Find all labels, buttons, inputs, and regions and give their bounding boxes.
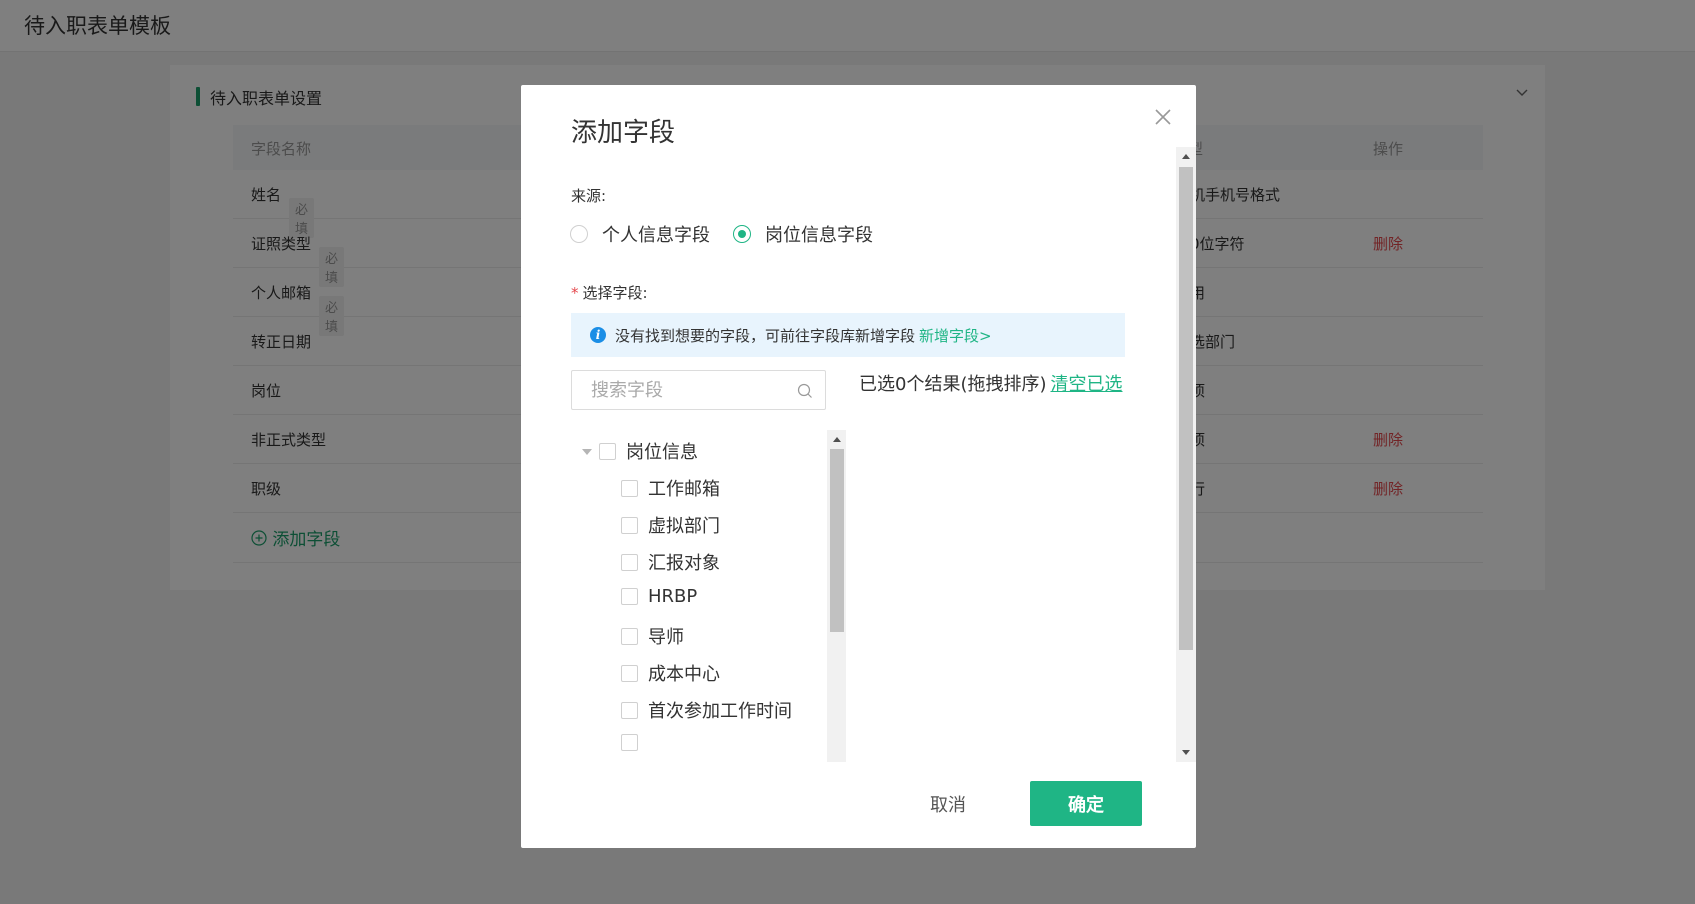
tree-item[interactable]: 汇报对象 bbox=[621, 549, 720, 575]
radio-label: 个人信息字段 bbox=[602, 225, 710, 246]
radio-position-info[interactable]: 岗位信息字段 bbox=[733, 221, 873, 247]
tree-item-label: 成本中心 bbox=[648, 664, 720, 685]
checkbox[interactable] bbox=[621, 588, 638, 605]
tree-item-label: 汇报对象 bbox=[648, 553, 720, 574]
notice-text: 没有找到想要的字段，可前往字段库新增字段 bbox=[615, 326, 916, 345]
cancel-button[interactable]: 取消 bbox=[913, 781, 983, 826]
tree-item[interactable]: 成本中心 bbox=[621, 660, 720, 686]
radio-circle[interactable] bbox=[570, 225, 588, 243]
tree-item-partial[interactable] bbox=[621, 734, 648, 751]
select-field-label: * 选择字段: bbox=[571, 284, 648, 302]
tree-item-label: 导师 bbox=[648, 627, 684, 648]
selected-summary: 已选0个结果(拖拽排序) 清空已选 bbox=[859, 374, 1123, 395]
checkbox[interactable] bbox=[621, 516, 638, 534]
tree-item[interactable]: 工作邮箱 bbox=[621, 475, 720, 501]
scroll-down-icon[interactable] bbox=[1182, 750, 1190, 755]
tree-group-label: 岗位信息 bbox=[626, 442, 698, 463]
new-field-link[interactable]: 新增字段> bbox=[919, 325, 992, 346]
scroll-up-icon[interactable] bbox=[1182, 154, 1190, 159]
checkbox[interactable] bbox=[621, 664, 638, 682]
add-field-dialog: 添加字段 来源: 个人信息字段 岗位信息字段 * 选择字段: i 没有找到想要的字… bbox=[521, 85, 1196, 848]
checkbox[interactable] bbox=[621, 479, 638, 497]
tree-group-position-info[interactable]: 岗位信息 bbox=[599, 438, 698, 464]
radio-circle[interactable] bbox=[733, 225, 751, 243]
tree-scrollbar[interactable] bbox=[827, 430, 846, 762]
search-box[interactable] bbox=[571, 370, 826, 410]
tree-item[interactable]: 导师 bbox=[621, 623, 684, 649]
info-icon: i bbox=[590, 327, 606, 343]
checkbox[interactable] bbox=[621, 627, 638, 645]
scrollbar-thumb[interactable] bbox=[830, 449, 844, 632]
checkbox[interactable] bbox=[621, 701, 638, 719]
tree-item[interactable]: 虚拟部门 bbox=[621, 512, 720, 538]
checkbox[interactable] bbox=[621, 734, 638, 751]
tree-item-label: 首次参加工作时间 bbox=[648, 701, 792, 722]
checkbox[interactable] bbox=[621, 553, 638, 571]
required-mark: * bbox=[571, 284, 579, 302]
confirm-button[interactable]: 确定 bbox=[1030, 781, 1142, 826]
tree-item-label: HRBP bbox=[648, 586, 698, 607]
scroll-up-icon[interactable] bbox=[833, 437, 841, 442]
search-icon[interactable] bbox=[797, 383, 813, 399]
field-tree: 岗位信息 工作邮箱虚拟部门汇报对象 HRBP 导师成本中心首次参加工作时间 bbox=[571, 430, 846, 762]
close-icon[interactable] bbox=[1153, 107, 1173, 127]
dialog-scrollbar[interactable] bbox=[1176, 147, 1196, 762]
source-label: 来源: bbox=[571, 187, 607, 205]
caret-down-icon[interactable] bbox=[582, 449, 592, 455]
radio-label: 岗位信息字段 bbox=[765, 225, 873, 246]
tree-item[interactable]: HRBP bbox=[621, 586, 697, 607]
radio-personal-info[interactable]: 个人信息字段 bbox=[570, 221, 710, 247]
tree-item[interactable]: 首次参加工作时间 bbox=[621, 697, 792, 723]
scrollbar-thumb[interactable] bbox=[1179, 167, 1193, 650]
checkbox[interactable] bbox=[599, 442, 616, 460]
tree-item-label: 工作邮箱 bbox=[648, 479, 720, 500]
dialog-title: 添加字段 bbox=[571, 118, 676, 148]
search-input[interactable] bbox=[591, 372, 791, 408]
tree-item-label: 虚拟部门 bbox=[648, 516, 720, 537]
info-notice: i 没有找到想要的字段，可前往字段库新增字段 新增字段> bbox=[571, 313, 1125, 357]
clear-selected-link[interactable]: 清空已选 bbox=[1051, 374, 1123, 395]
